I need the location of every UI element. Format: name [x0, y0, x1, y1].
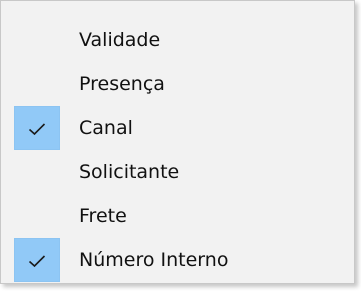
checkmark-icon: [28, 123, 46, 136]
menu-item-label: Presença: [79, 73, 165, 95]
menu-item-label: Solicitante: [79, 161, 180, 183]
menu-item-presenca[interactable]: Presença: [1, 62, 354, 106]
menu-item-label: Frete: [79, 205, 127, 227]
menu-item-solicitante[interactable]: Solicitante: [1, 150, 354, 194]
menu-item-label: Canal: [79, 117, 133, 139]
menu-item-frete[interactable]: Frete: [1, 194, 354, 238]
check-area: [14, 150, 60, 194]
check-area: [14, 194, 60, 238]
menu-item-label: Número Interno: [79, 249, 229, 271]
checkmark-icon: [28, 255, 46, 268]
context-menu: Validade Presença Canal Solicitante Fret…: [0, 0, 355, 284]
menu-item-label: Validade: [79, 29, 161, 51]
check-area: [14, 238, 60, 282]
menu-item-numero-interno[interactable]: Número Interno: [1, 238, 354, 282]
menu-item-canal[interactable]: Canal: [1, 106, 354, 150]
menu-items-list: Validade Presença Canal Solicitante Fret…: [1, 18, 354, 282]
check-area: [14, 18, 60, 62]
menu-item-validade[interactable]: Validade: [1, 18, 354, 62]
check-area: [14, 106, 60, 150]
check-area: [14, 62, 60, 106]
